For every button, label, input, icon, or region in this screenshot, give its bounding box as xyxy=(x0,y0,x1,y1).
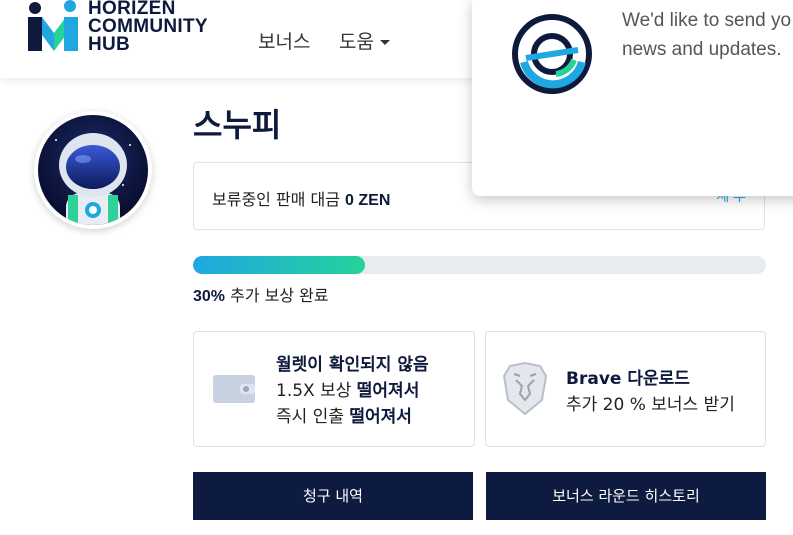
pending-payout-label: 보류중인 판매 대금 xyxy=(212,190,340,209)
horizen-logo-icon xyxy=(512,14,592,94)
astronaut-avatar-icon xyxy=(38,115,148,225)
wallet-line2-bold: 떨어져서 xyxy=(356,381,420,401)
bonus-progress-text: 추가 보상 완료 xyxy=(230,286,329,305)
bonus-round-history-button[interactable]: 보너스 라운드 히스토리 xyxy=(486,472,766,520)
wallet-icon xyxy=(213,375,255,403)
brave-lion-icon xyxy=(502,362,548,416)
avatar xyxy=(34,111,152,229)
bonus-progress-label: 30% 추가 보상 완료 xyxy=(193,282,329,306)
wallet-card-title: 월렛이 확인되지 않음 xyxy=(276,350,429,375)
logo-wordmark: HORIZEN COMMUNITY HUB xyxy=(88,0,208,54)
bonus-progress-bar xyxy=(193,256,766,274)
wallet-line3-prefix: 즉시 인출 xyxy=(276,407,344,427)
wallet-card-title-text: 월렛이 확인되지 않음 xyxy=(276,355,429,375)
wallet-line3-bold: 떨어져서 xyxy=(349,407,412,427)
nav-help-dropdown[interactable]: 도움 xyxy=(339,27,390,54)
brave-card-title-text: Brave 다운로드 xyxy=(566,369,690,389)
nav-help-label: 도움 xyxy=(339,31,374,53)
logo-mark-icon xyxy=(28,0,78,51)
chevron-down-icon xyxy=(379,40,390,45)
brave-download-card[interactable]: Brave 다운로드 추가 20 % 보너스 받기 xyxy=(485,331,766,447)
bonus-progress-fill xyxy=(193,256,365,274)
brave-card-title: Brave 다운로드 xyxy=(566,364,690,389)
notification-line-2: news and updates. xyxy=(622,39,782,60)
claims-history-button[interactable]: 청구 내역 xyxy=(193,472,473,520)
wallet-card-line2: 1.5X 보상 떨어져서 xyxy=(276,376,419,401)
logo-line-3: HUB xyxy=(88,34,131,55)
pending-payout-text: 보류중인 판매 대금 0 ZEN xyxy=(212,186,390,210)
nav-bonus-label: 보너스 xyxy=(258,31,311,53)
bonus-progress-percent: 30% xyxy=(193,288,226,305)
brave-card-subtitle: 추가 20 % 보너스 받기 xyxy=(566,395,735,415)
profile-username: 스누피 xyxy=(193,106,282,144)
pending-payout-amount: 0 ZEN xyxy=(345,192,391,209)
notification-prompt[interactable]: We'd like to send yo news and updates. xyxy=(472,0,793,196)
wallet-line2-prefix: 1.5X 보상 xyxy=(276,381,352,401)
notification-line-1: We'd like to send yo xyxy=(622,10,792,31)
nav-bonus-link[interactable]: 보너스 xyxy=(258,27,310,54)
notification-message: We'd like to send yo news and updates. xyxy=(622,6,791,64)
wallet-status-card[interactable]: 월렛이 확인되지 않음 1.5X 보상 떨어져서 즉시 인출 떨어져서 xyxy=(193,331,475,447)
horizen-community-hub-logo[interactable]: HORIZEN COMMUNITY HUB xyxy=(26,0,236,56)
wallet-card-line3: 즉시 인출 떨어져서 xyxy=(276,402,412,427)
